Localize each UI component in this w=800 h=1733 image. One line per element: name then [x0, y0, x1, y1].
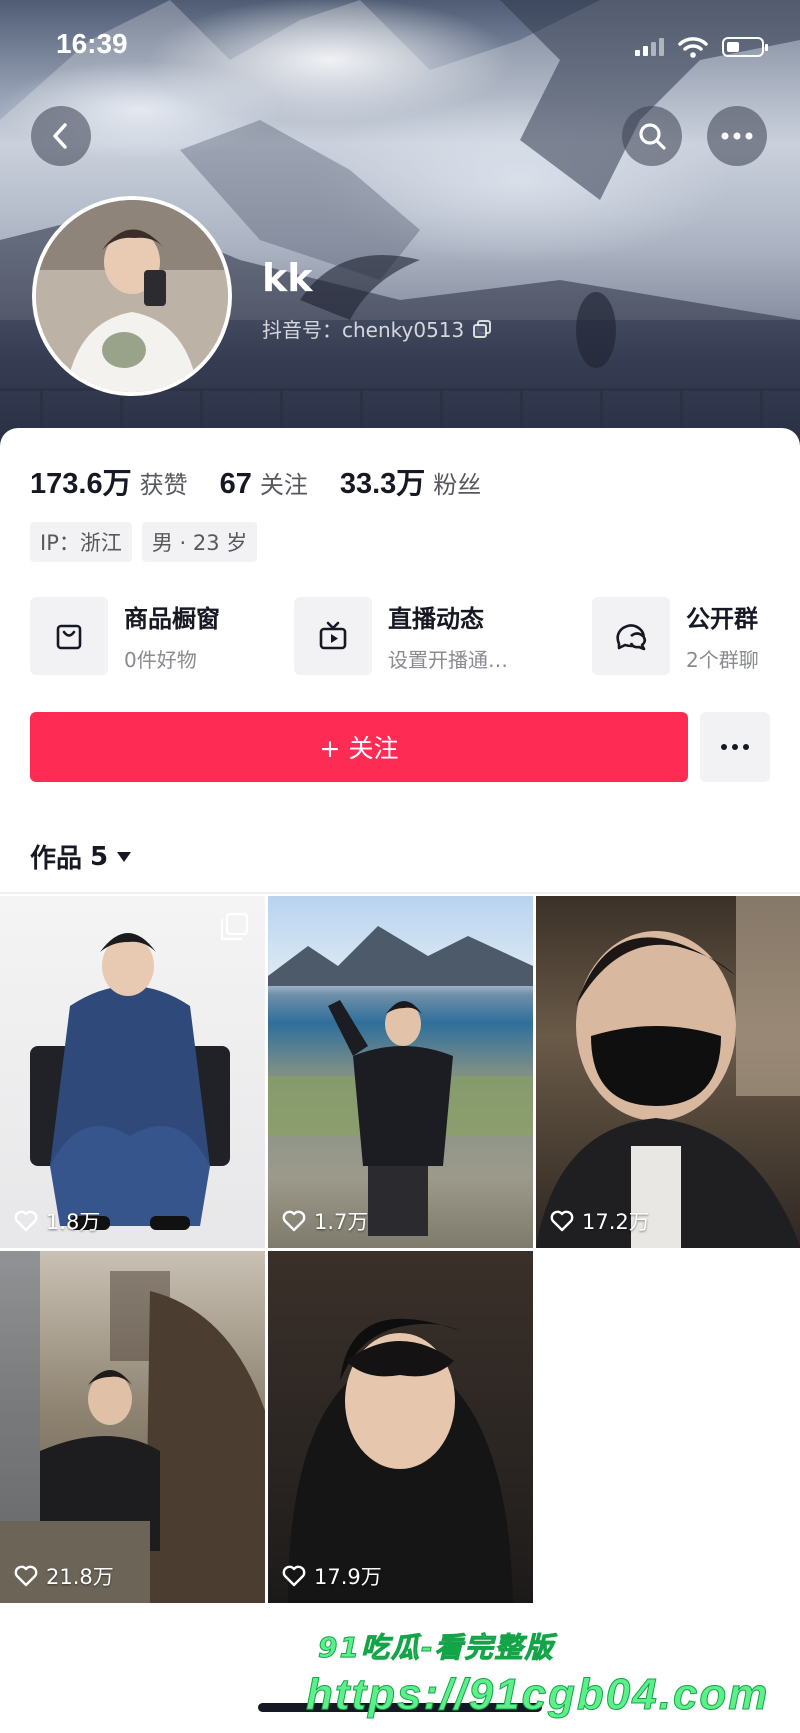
feature-public-group[interactable]: 公开群 2个群聊 — [592, 596, 759, 676]
video-thumbnail — [30, 933, 230, 1230]
stat-likes[interactable]: 173.6万 获赞 — [30, 460, 188, 502]
caret-down-icon — [117, 851, 132, 862]
video-likes: 17.9万 — [282, 1561, 382, 1591]
stat-likes-value: 173.6万 — [30, 468, 132, 500]
back-button[interactable] — [31, 106, 91, 166]
tab-divider — [0, 892, 800, 894]
video-likes-count: 21.8万 — [46, 1565, 114, 1589]
profile-card: 173.6万 获赞 67 关注 33.3万 粉丝 IP：浙江 男 · 23 岁 … — [0, 428, 800, 1733]
search-button[interactable] — [622, 106, 682, 166]
tv-icon — [319, 621, 347, 650]
search-icon — [639, 123, 666, 150]
video-likes: 17.2万 — [550, 1206, 650, 1236]
more-horizontal-icon — [721, 132, 753, 140]
status-icons — [635, 36, 768, 58]
feature-live-subtitle: 设置开播通… — [388, 648, 508, 672]
douyin-id[interactable]: 抖音号：chenky0513 — [262, 314, 492, 343]
douyin-id-text: 抖音号：chenky0513 — [262, 318, 465, 342]
chat-bubbles-icon — [616, 624, 647, 651]
video-tile[interactable]: 1.8万 — [0, 896, 265, 1248]
more-horizontal-icon — [721, 744, 749, 750]
wifi-icon — [678, 37, 708, 58]
video-tile[interactable]: 1.7万 — [268, 896, 533, 1248]
more-options-button[interactable] — [707, 106, 767, 166]
heart-icon — [282, 1210, 306, 1232]
video-likes: 21.8万 — [14, 1561, 114, 1591]
feature-shop-icon-box — [30, 597, 108, 675]
nickname: kk — [262, 256, 313, 300]
video-thumbnail — [288, 1318, 513, 1603]
feature-shop-window[interactable]: 商品橱窗 0件好物 — [30, 596, 220, 676]
feature-shop-subtitle: 0件好物 — [124, 648, 197, 672]
video-likes-count: 17.9万 — [314, 1565, 382, 1589]
follow-button-label: + 关注 — [319, 734, 399, 763]
feature-entries: 商品橱窗 0件好物 直播动态 设置开播通… 公开群 2个群聊 — [30, 596, 800, 676]
feature-shop-title: 商品橱窗 — [124, 605, 220, 633]
stat-likes-label: 获赞 — [139, 471, 188, 499]
video-thumbnail — [536, 896, 800, 1248]
stat-followers[interactable]: 33.3万 粉丝 — [340, 460, 481, 502]
multi-image-icon — [220, 912, 249, 941]
status-bar: 16:39 — [0, 0, 800, 96]
feature-live[interactable]: 直播动态 设置开播通… — [294, 596, 508, 676]
stats-row: 173.6万 获赞 67 关注 33.3万 粉丝 — [30, 460, 513, 502]
tab-works-count: 5 — [90, 841, 109, 872]
video-likes-count: 1.8万 — [46, 1210, 101, 1234]
ip-location-tag: IP：浙江 — [30, 522, 132, 562]
follow-button[interactable]: + 关注 — [30, 712, 688, 782]
chevron-left-icon — [53, 123, 67, 149]
feature-group-title: 公开群 — [686, 605, 758, 633]
stat-followers-label: 粉丝 — [433, 471, 482, 499]
video-thumbnail — [268, 926, 533, 1236]
video-thumbnail — [0, 1251, 265, 1603]
video-tile[interactable]: 17.2万 — [536, 896, 800, 1248]
avatar-photo — [36, 200, 228, 392]
heart-icon — [282, 1565, 306, 1587]
heart-icon — [14, 1565, 38, 1587]
heart-icon — [550, 1210, 574, 1232]
feature-live-icon-box — [294, 597, 372, 675]
feature-group-subtitle: 2个群聊 — [686, 648, 759, 672]
feature-group-icon-box — [592, 597, 670, 675]
watermark-line-1: 91吃瓜-看完整版 — [318, 1631, 555, 1665]
profile-tags: IP：浙江 男 · 23 岁 — [30, 522, 258, 562]
video-likes: 1.7万 — [282, 1206, 368, 1236]
watermark-line-2: https://91cgb04.com — [305, 1670, 770, 1720]
battery-icon — [722, 37, 768, 57]
video-likes-count: 17.2万 — [582, 1210, 650, 1234]
copy-icon[interactable] — [472, 319, 492, 339]
status-time: 16:39 — [56, 28, 128, 59]
shopping-bag-icon — [56, 624, 82, 650]
cellular-signal-icon — [635, 38, 664, 56]
heart-icon — [14, 1210, 38, 1232]
gender-age-tag: 男 · 23 岁 — [141, 522, 258, 562]
stat-followers-value: 33.3万 — [339, 468, 426, 500]
video-likes: 1.8万 — [14, 1206, 100, 1236]
avatar[interactable] — [32, 196, 232, 396]
stat-following-label: 关注 — [259, 471, 308, 499]
video-tile[interactable]: 17.9万 — [268, 1251, 533, 1603]
video-tile[interactable]: 21.8万 — [0, 1251, 265, 1603]
stat-following-value: 67 — [219, 468, 252, 500]
feature-live-title: 直播动态 — [388, 605, 484, 633]
tab-works-label: 作品 — [30, 844, 83, 874]
video-likes-count: 1.7万 — [314, 1210, 369, 1234]
more-actions-button[interactable] — [700, 712, 770, 782]
stat-following[interactable]: 67 关注 — [220, 465, 308, 501]
tab-works[interactable]: 作品 5 — [30, 838, 132, 875]
